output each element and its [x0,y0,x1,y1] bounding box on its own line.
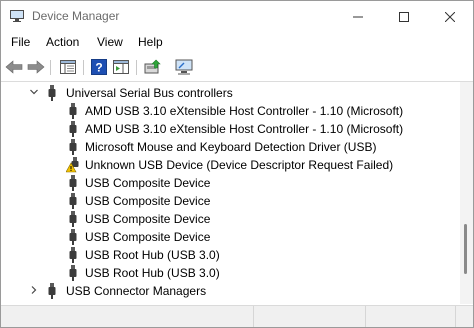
close-button[interactable] [427,1,473,32]
device-label: Unknown USB Device (Device Descriptor Re… [85,158,394,172]
device-label: AMD USB 3.10 eXtensible Host Controller … [85,122,404,136]
status-cell [253,306,366,327]
usb-plug-icon [69,265,77,281]
status-bar [1,305,473,327]
title-bar[interactable]: Device Manager [1,1,473,32]
maximize-icon [399,11,409,22]
device-label: USB Root Hub (USB 3.0) [85,266,220,280]
menu-help[interactable]: Help [138,35,163,49]
help-icon: ? [91,59,107,75]
tree-item-device[interactable]: USB Composite Device [1,192,459,210]
chevron-down-icon[interactable] [29,87,39,97]
device-label: USB Root Hub (USB 3.0) [85,248,220,262]
properties-pane-icon [60,60,76,74]
device-label: USB Composite Device [85,194,211,208]
toolbar-separator [50,60,51,75]
back-button[interactable] [4,58,24,76]
usb-plug-icon [69,175,77,191]
usb-plug-icon [48,85,56,101]
toolbar-separator [83,60,84,75]
category-label: Universal Serial Bus controllers [66,86,233,100]
scan-hardware-icon [175,59,193,75]
svg-text:?: ? [95,61,102,75]
back-arrow-icon [5,60,23,74]
tree-item-device[interactable]: AMD USB 3.10 eXtensible Host Controller … [1,102,459,120]
menu-view[interactable]: View [97,35,123,49]
scan-hardware-button[interactable] [174,58,194,76]
forward-arrow-icon [27,60,45,74]
minimize-icon [353,16,363,17]
usb-plug-icon [69,103,77,119]
device-label: USB Composite Device [85,176,211,190]
usb-plug-icon [48,283,56,299]
menu-bar: File Action View Help [1,32,473,53]
chevron-right-icon[interactable] [29,285,39,295]
tree-item-device[interactable]: Microsoft Mouse and Keyboard Detection D… [1,138,459,156]
tree-item-device[interactable]: USB Composite Device [1,210,459,228]
device-label: USB Composite Device [85,230,211,244]
device-manager-app-icon [10,10,24,22]
window-title: Device Manager [32,9,120,23]
help-button[interactable]: ? [89,58,109,76]
vertical-scrollbar[interactable] [460,82,473,304]
tree-item-warning-device[interactable]: Unknown USB Device (Device Descriptor Re… [1,156,459,174]
action-pane-button[interactable] [111,58,131,76]
tree-item-device[interactable]: AMD USB 3.10 eXtensible Host Controller … [1,120,459,138]
maximize-button[interactable] [381,1,427,32]
tree-item-device[interactable]: USB Root Hub (USB 3.0) [1,264,459,282]
device-label: Microsoft Mouse and Keyboard Detection D… [85,140,377,154]
usb-plug-icon [69,193,77,209]
toolbar: ? [1,54,473,82]
usb-plug-icon [69,229,77,245]
device-label: USB Composite Device [85,212,211,226]
properties-pane-button[interactable] [58,58,78,76]
menu-action[interactable]: Action [46,35,79,49]
toolbar-separator [136,60,137,75]
device-tree[interactable]: Universal Serial Bus controllers AMD USB … [1,82,459,304]
close-icon [445,11,455,22]
tree-category-usb-controllers[interactable]: Universal Serial Bus controllers [1,84,459,102]
device-label: AMD USB 3.10 eXtensible Host Controller … [85,104,404,118]
category-label: USB Connector Managers [66,284,207,298]
tree-category-usb-connector-managers[interactable]: USB Connector Managers [1,282,459,300]
usb-plug-icon [69,247,77,263]
tree-item-device[interactable]: USB Composite Device [1,228,459,246]
usb-plug-icon [69,139,77,155]
status-cell [365,306,456,327]
menu-file[interactable]: File [11,35,30,49]
tree-item-device[interactable]: USB Root Hub (USB 3.0) [1,246,459,264]
usb-plug-icon [69,121,77,137]
status-cell [1,306,254,327]
tree-item-device[interactable]: USB Composite Device [1,174,459,192]
update-driver-icon [144,59,161,74]
minimize-button[interactable] [335,1,381,32]
update-driver-button[interactable] [143,58,163,76]
usb-plug-icon [69,211,77,227]
warning-usb-icon [66,157,79,173]
action-pane-icon [113,60,129,74]
forward-button[interactable] [26,58,46,76]
device-manager-window: Device Manager File Action View Help ? U… [0,0,474,328]
scrollbar-thumb[interactable] [464,224,467,274]
